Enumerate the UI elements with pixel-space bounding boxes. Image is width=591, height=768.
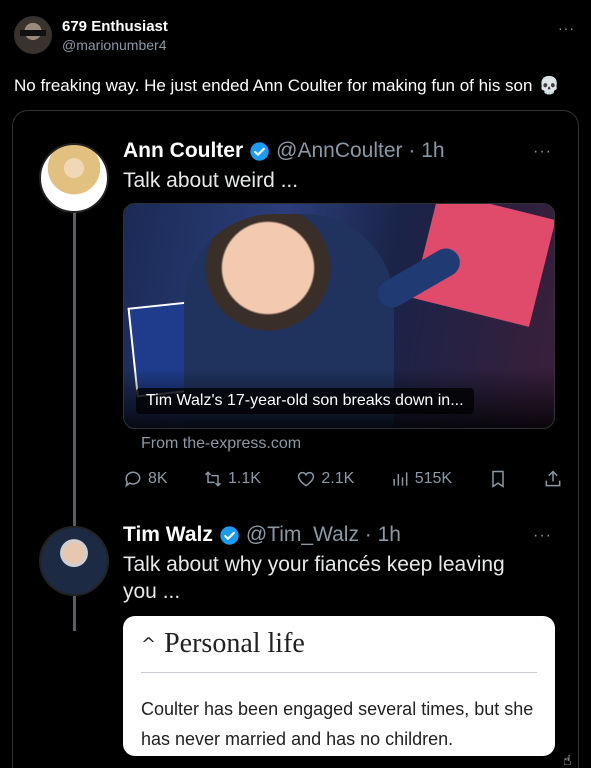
personal-life-text: Coulter has been engaged several times, …	[141, 699, 534, 749]
reply-icon	[125, 471, 141, 488]
heart-icon	[298, 471, 315, 487]
reply-post-text: Talk about why your fiancés keep leaving…	[123, 553, 505, 603]
share-button[interactable]	[543, 469, 563, 489]
author-header: 679 Enthusiast @marionumber4	[14, 16, 168, 54]
bookmark-icon	[491, 470, 504, 488]
media-caption: Tim Walz's 17-year-old son breaks down i…	[136, 388, 474, 414]
personal-life-heading: ^ Personal life	[141, 628, 305, 660]
reply-author-meta[interactable]: @Tim_Walz · 1h	[246, 523, 401, 547]
quoted-post-more-icon[interactable]: ···	[533, 143, 552, 161]
author-display-name[interactable]: 679 Enthusiast	[62, 18, 168, 35]
quoted-post-header: Ann Coulter @AnnCoulter · 1h	[123, 139, 445, 163]
like-count: 2.1K	[321, 470, 355, 487]
post-actions-bar: 8K 1.1K 2.1K 515K	[123, 469, 563, 489]
author-handle[interactable]: @marionumber4	[62, 37, 168, 53]
personal-life-title: Personal life	[164, 628, 305, 659]
article-media-card[interactable]: Tim Walz's 17-year-old son breaks down i…	[123, 203, 555, 429]
views-count: 515K	[414, 470, 453, 487]
repost-icon	[204, 471, 222, 487]
reply-count: 8K	[148, 470, 168, 487]
quoted-post-text: Talk about weird ...	[123, 169, 299, 192]
reply-post-header: Tim Walz @Tim_Walz · 1h	[123, 523, 401, 547]
repost-button[interactable]: 1.1K	[203, 469, 261, 489]
verified-badge-icon	[250, 141, 269, 161]
author-avatar[interactable]	[14, 16, 52, 54]
reply-author-name[interactable]: Tim Walz	[123, 523, 213, 547]
reply-post-more-icon[interactable]: ···	[533, 527, 552, 545]
repost-count: 1.1K	[228, 470, 261, 487]
skull-emoji-icon: 💀	[538, 76, 560, 95]
verified-badge-icon	[220, 525, 239, 545]
personal-life-screenshot[interactable]: ^ Personal life Coulter has been engaged…	[123, 616, 555, 756]
views-chart-icon	[393, 472, 408, 486]
link-source[interactable]: From the-express.com	[141, 435, 301, 453]
quoted-thread-card[interactable]: Ann Coulter @AnnCoulter · 1h ··· Talk ab…	[12, 110, 579, 768]
more-options-icon[interactable]: ···	[558, 20, 575, 36]
quoted-author-name[interactable]: Ann Coulter	[123, 139, 243, 163]
chevron-up-icon: ^	[141, 633, 157, 655]
hand-cursor-icon: ☝	[563, 752, 572, 768]
views-button[interactable]: 515K	[390, 469, 452, 489]
reply-button[interactable]: 8K	[123, 469, 168, 489]
bookmark-button[interactable]	[488, 469, 508, 489]
tweet-text: No freaking way. He just ended Ann Coult…	[14, 76, 560, 96]
like-button[interactable]: 2.1K	[296, 469, 354, 489]
author-names: 679 Enthusiast @marionumber4	[62, 18, 168, 53]
share-icon	[545, 470, 561, 487]
ann-coulter-avatar[interactable]	[39, 143, 109, 213]
divider	[141, 672, 537, 673]
tim-walz-avatar[interactable]	[39, 526, 109, 596]
tweet-body: No freaking way. He just ended Ann Coult…	[14, 76, 533, 95]
quoted-author-meta[interactable]: @AnnCoulter · 1h	[276, 139, 444, 163]
